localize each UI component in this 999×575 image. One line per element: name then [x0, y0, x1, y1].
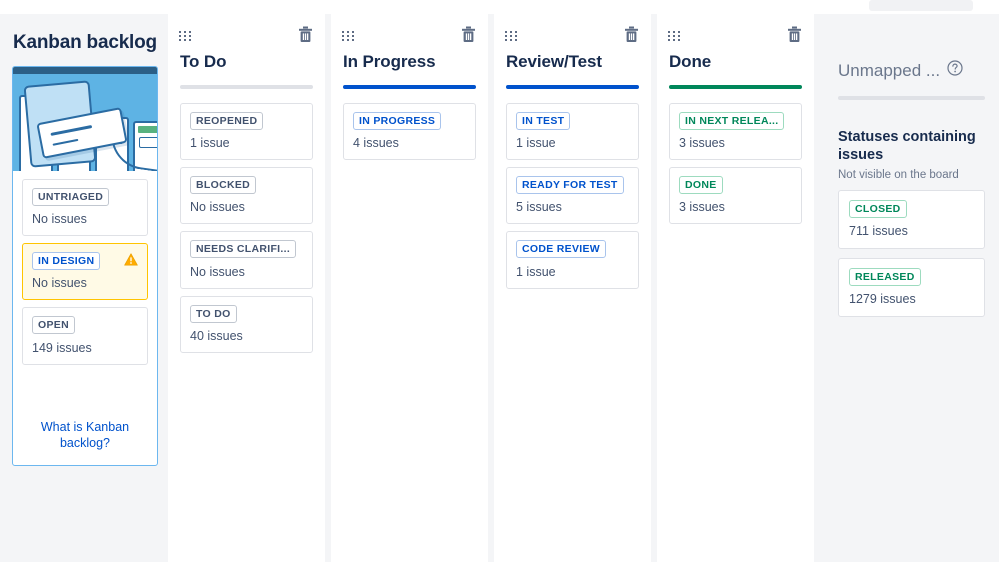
status-issue-count: No issues [190, 264, 245, 279]
column-title: Done [669, 52, 712, 71]
status-lozenge: IN DESIGN [32, 252, 101, 271]
status-lozenge: NEEDS CLARIFI... [190, 240, 297, 259]
status-card-reopened[interactable]: REOPENED 1 issue [180, 103, 313, 161]
status-card-closed[interactable]: CLOSED 711 issues [838, 190, 985, 250]
board-column-done: Done IN NEXT RELEA... 3 issues DONE 3 is… [657, 14, 814, 562]
status-issue-count: 1279 issues [849, 292, 916, 307]
status-issue-count: No issues [190, 200, 245, 215]
column-header: Done [657, 14, 814, 89]
board-column-in-progress: In Progress IN PROGRESS 4 issues [331, 14, 488, 562]
status-lozenge: REOPENED [190, 112, 264, 130]
status-lozenge: IN TEST [516, 112, 571, 130]
status-issue-count: 4 issues [353, 136, 399, 151]
status-issue-count: 1 issue [516, 136, 556, 151]
drag-handle-icon[interactable] [179, 30, 195, 42]
kanban-board-illustration [13, 67, 157, 171]
trash-icon[interactable] [787, 26, 803, 44]
status-issue-count: 3 issues [679, 200, 725, 215]
illustration-topbar [13, 67, 157, 74]
unmapped-header: Unmapped ... [838, 14, 985, 81]
status-lozenge: TO DO [190, 304, 237, 323]
status-lozenge: CLOSED [849, 200, 907, 218]
column-title: To Do [180, 52, 227, 71]
warning-icon [124, 253, 138, 271]
status-card-in-design[interactable]: IN DESIGN No issues [22, 243, 148, 301]
backlog-status-list: UNTRIAGED No issues IN DESIGN No issues [13, 171, 157, 365]
column-header: To Do [168, 14, 325, 89]
status-card-open[interactable]: OPEN 149 issues [22, 307, 148, 365]
unmapped-status-list: CLOSED 711 issues RELEASED 1279 issues [838, 190, 985, 318]
column-rule [506, 85, 639, 89]
trash-icon[interactable] [298, 26, 314, 44]
status-lozenge: IN PROGRESS [353, 112, 442, 130]
column-status-list: IN NEXT RELEA... 3 issues DONE 3 issues [657, 103, 814, 225]
status-issue-count: 5 issues [516, 200, 562, 215]
status-issue-count: 149 issues [32, 340, 92, 355]
column-status-list: IN TEST 1 issue READY FOR TEST 5 issues … [494, 103, 651, 289]
status-lozenge: UNTRIAGED [32, 188, 110, 206]
status-card-to-do[interactable]: TO DO 40 issues [180, 295, 313, 353]
status-issue-count: 1 issue [516, 264, 556, 279]
status-card-done[interactable]: DONE 3 issues [669, 167, 802, 225]
status-lozenge: RELEASED [849, 268, 921, 287]
status-lozenge: IN NEXT RELEA... [679, 112, 785, 130]
status-card-in-next-release[interactable]: IN NEXT RELEA... 3 issues [669, 103, 802, 161]
column-title: In Progress [343, 52, 436, 71]
status-card-needs-clarification[interactable]: NEEDS CLARIFI... No issues [180, 231, 313, 289]
status-card-code-review[interactable]: CODE REVIEW 1 issue [506, 231, 639, 289]
unmapped-rule [838, 96, 985, 100]
status-lozenge: CODE REVIEW [516, 240, 606, 259]
column-status-list: REOPENED 1 issue BLOCKED No issues NEEDS… [168, 103, 325, 353]
column-status-list: IN PROGRESS 4 issues [331, 103, 488, 161]
status-issue-count: 3 issues [679, 136, 725, 151]
status-issue-count: 711 issues [849, 224, 908, 239]
column-header: Review/Test [494, 14, 651, 89]
status-card-blocked[interactable]: BLOCKED No issues [180, 167, 313, 225]
status-issue-count: No issues [32, 212, 87, 227]
kanban-backlog-panel: Kanban backlog UNTRIAGED No issues IN DE… [0, 14, 167, 562]
status-issue-count: 1 issue [190, 136, 230, 151]
column-title: Review/Test [506, 52, 602, 71]
what-is-kanban-backlog-link[interactable]: What is Kanban backlog? [13, 419, 157, 451]
board-column-to-do: To Do REOPENED 1 issue BLOCKED No issues… [168, 14, 325, 562]
drag-handle-icon[interactable] [668, 30, 684, 42]
status-card-untriaged[interactable]: UNTRIAGED No issues [22, 179, 148, 237]
status-issue-count: 40 issues [190, 328, 243, 343]
status-lozenge: DONE [679, 176, 723, 195]
bottom-white-strip [0, 562, 999, 575]
board-configuration-screen: Kanban backlog UNTRIAGED No issues IN DE… [0, 0, 999, 575]
status-card-ready-for-test[interactable]: READY FOR TEST 5 issues [506, 167, 639, 225]
column-rule [343, 85, 476, 89]
trash-icon[interactable] [624, 26, 640, 44]
unmapped-panel-title: Unmapped ... [838, 60, 941, 80]
drag-handle-icon[interactable] [505, 30, 521, 42]
status-card-released[interactable]: RELEASED 1279 issues [838, 258, 985, 318]
unmapped-subtitle: Statuses containing issues [838, 129, 976, 163]
status-card-in-test[interactable]: IN TEST 1 issue [506, 103, 639, 161]
trash-icon[interactable] [461, 26, 477, 44]
status-card-in-progress[interactable]: IN PROGRESS 4 issues [343, 103, 476, 161]
column-rule [669, 85, 802, 89]
column-header: In Progress [331, 14, 488, 89]
backlog-panel-title: Kanban backlog [13, 32, 157, 53]
board-column-review-test: Review/Test IN TEST 1 issue READY FOR TE… [494, 14, 651, 562]
drag-handle-icon[interactable] [342, 30, 358, 42]
status-issue-count: No issues [32, 276, 87, 291]
unmapped-statuses-panel: Unmapped ... Statuses containing issues … [824, 14, 999, 562]
column-rule [180, 85, 313, 89]
top-partial-chip [869, 0, 973, 11]
unmapped-note: Not visible on the board [838, 169, 959, 181]
help-circle-icon[interactable] [947, 60, 963, 81]
status-lozenge: READY FOR TEST [516, 176, 624, 195]
status-lozenge: OPEN [32, 316, 75, 335]
status-lozenge: BLOCKED [190, 176, 257, 195]
illustration-card-header [138, 126, 157, 133]
backlog-card: UNTRIAGED No issues IN DESIGN No issues [12, 66, 158, 466]
